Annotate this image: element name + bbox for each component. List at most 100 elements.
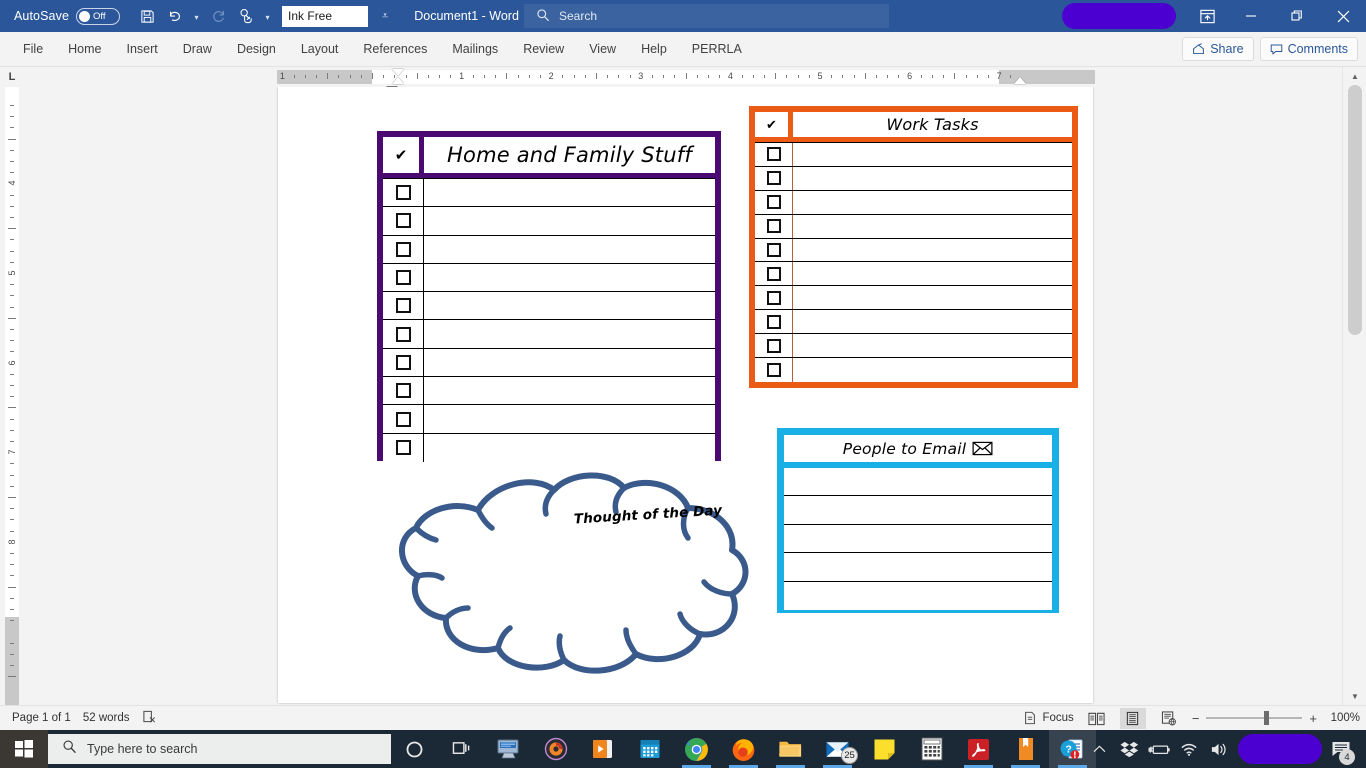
checkbox-cell[interactable]	[383, 292, 424, 319]
tab-home[interactable]: Home	[57, 37, 112, 61]
checkbox-cell[interactable]	[755, 191, 793, 214]
task-text-cell[interactable]	[793, 143, 1072, 166]
table-row[interactable]	[383, 349, 715, 377]
task-text-cell[interactable]	[424, 405, 715, 432]
table-row[interactable]	[383, 236, 715, 264]
touch-mode-icon[interactable]	[233, 4, 259, 28]
autosave-control[interactable]: AutoSave Off	[14, 8, 120, 25]
print-layout-icon[interactable]	[1120, 708, 1146, 729]
remote-desktop-icon[interactable]	[485, 730, 532, 768]
tab-help[interactable]: Help	[630, 37, 678, 61]
taskbar-search-box[interactable]: Type here to search	[48, 734, 391, 764]
table-row[interactable]	[784, 468, 1052, 496]
thought-of-the-day-cloud[interactable]: Thought of the Day	[358, 468, 758, 683]
touch-mode-dropdown-icon[interactable]: ▾	[261, 4, 274, 28]
table-row[interactable]	[383, 179, 715, 207]
checkbox-icon[interactable]	[767, 315, 781, 329]
notifications-icon[interactable]: 4	[1326, 730, 1356, 768]
vertical-scrollbar[interactable]: ▲ ▼	[1342, 67, 1366, 705]
task-text-cell[interactable]	[424, 236, 715, 263]
wifi-icon[interactable]	[1174, 730, 1204, 768]
vertical-ruler[interactable]: 45678	[0, 87, 24, 705]
adobe-acrobat-icon[interactable]	[955, 730, 1002, 768]
checkbox-icon[interactable]	[396, 383, 411, 398]
task-text-cell[interactable]	[793, 334, 1072, 357]
checkbox-icon[interactable]	[396, 185, 411, 200]
search-box[interactable]: Search	[524, 4, 889, 28]
task-text-cell[interactable]	[793, 239, 1072, 262]
checkbox-icon[interactable]	[396, 213, 411, 228]
task-text-cell[interactable]	[784, 553, 1052, 580]
tab-perrla[interactable]: PERRLA	[681, 37, 753, 61]
checkbox-cell[interactable]	[755, 358, 793, 382]
checkbox-icon[interactable]	[396, 440, 411, 455]
mail-icon[interactable]: 25	[814, 730, 861, 768]
zoom-out-button[interactable]: −	[1192, 711, 1200, 726]
checkbox-cell[interactable]	[755, 286, 793, 309]
task-text-cell[interactable]	[793, 262, 1072, 285]
task-text-cell[interactable]	[793, 286, 1072, 309]
checkbox-cell[interactable]	[383, 349, 424, 376]
checkbox-icon[interactable]	[767, 267, 781, 281]
first-line-indent-marker[interactable]	[392, 69, 404, 76]
checkbox-icon[interactable]	[396, 242, 411, 257]
show-hidden-icons-chevron-icon[interactable]	[1084, 730, 1114, 768]
checkbox-icon[interactable]	[767, 363, 781, 377]
tab-mailings[interactable]: Mailings	[441, 37, 509, 61]
media-player-icon[interactable]	[532, 730, 579, 768]
read-mode-icon[interactable]	[1084, 708, 1110, 729]
table-row[interactable]	[755, 262, 1072, 286]
zoom-track[interactable]	[1206, 717, 1302, 719]
task-text-cell[interactable]	[424, 349, 715, 376]
task-text-cell[interactable]	[424, 207, 715, 234]
table-row[interactable]	[383, 207, 715, 235]
file-explorer-icon[interactable]	[767, 730, 814, 768]
tab-insert[interactable]: Insert	[116, 37, 169, 61]
autosave-toggle[interactable]: Off	[76, 8, 120, 25]
table-row[interactable]	[383, 320, 715, 348]
google-chrome-icon[interactable]	[673, 730, 720, 768]
table-row[interactable]	[755, 334, 1072, 358]
web-layout-icon[interactable]	[1156, 708, 1182, 729]
undo-dropdown-icon[interactable]: ▾	[190, 4, 203, 28]
firefox-icon[interactable]	[720, 730, 767, 768]
task-text-cell[interactable]	[793, 191, 1072, 214]
checkbox-cell[interactable]	[755, 143, 793, 166]
table-row[interactable]	[784, 582, 1052, 610]
table-row[interactable]	[784, 525, 1052, 553]
checkbox-cell[interactable]	[755, 262, 793, 285]
checkbox-cell[interactable]	[383, 434, 424, 462]
scroll-down-arrow-icon[interactable]: ▼	[1343, 687, 1366, 705]
table-row[interactable]	[383, 405, 715, 433]
checkbox-icon[interactable]	[767, 171, 781, 185]
checkbox-icon[interactable]	[767, 219, 781, 233]
page-indicator[interactable]: Page 1 of 1	[12, 712, 71, 724]
task-text-cell[interactable]	[784, 468, 1052, 495]
checkbox-icon[interactable]	[396, 327, 411, 342]
table-row[interactable]	[755, 215, 1072, 239]
table-work-tasks[interactable]: ✔ Work Tasks	[749, 106, 1078, 388]
zoom-in-button[interactable]: +	[1309, 711, 1317, 726]
checkbox-icon[interactable]	[767, 147, 781, 161]
task-view-icon[interactable]	[438, 730, 485, 768]
checkbox-cell[interactable]	[383, 179, 424, 206]
zoom-thumb[interactable]	[1264, 711, 1269, 725]
tab-references[interactable]: References	[352, 37, 438, 61]
bookmark-app-icon[interactable]	[1002, 730, 1049, 768]
checkbox-cell[interactable]	[383, 207, 424, 234]
dropbox-icon[interactable]	[1114, 730, 1144, 768]
checkbox-cell[interactable]	[755, 239, 793, 262]
table-row[interactable]	[755, 358, 1072, 382]
checkbox-cell[interactable]	[755, 167, 793, 190]
calendar-icon[interactable]	[626, 730, 673, 768]
task-text-cell[interactable]	[784, 582, 1052, 610]
table-people-to-email[interactable]: People to Email	[777, 428, 1059, 613]
checkbox-icon[interactable]	[396, 298, 411, 313]
zoom-level-label[interactable]: 100%	[1327, 712, 1360, 724]
checkbox-cell[interactable]	[383, 264, 424, 291]
checkbox-cell[interactable]	[755, 334, 793, 357]
table-row[interactable]	[755, 191, 1072, 215]
task-text-cell[interactable]	[424, 292, 715, 319]
ribbon-display-options-icon[interactable]	[1192, 0, 1222, 32]
hanging-indent-marker[interactable]	[392, 77, 404, 84]
